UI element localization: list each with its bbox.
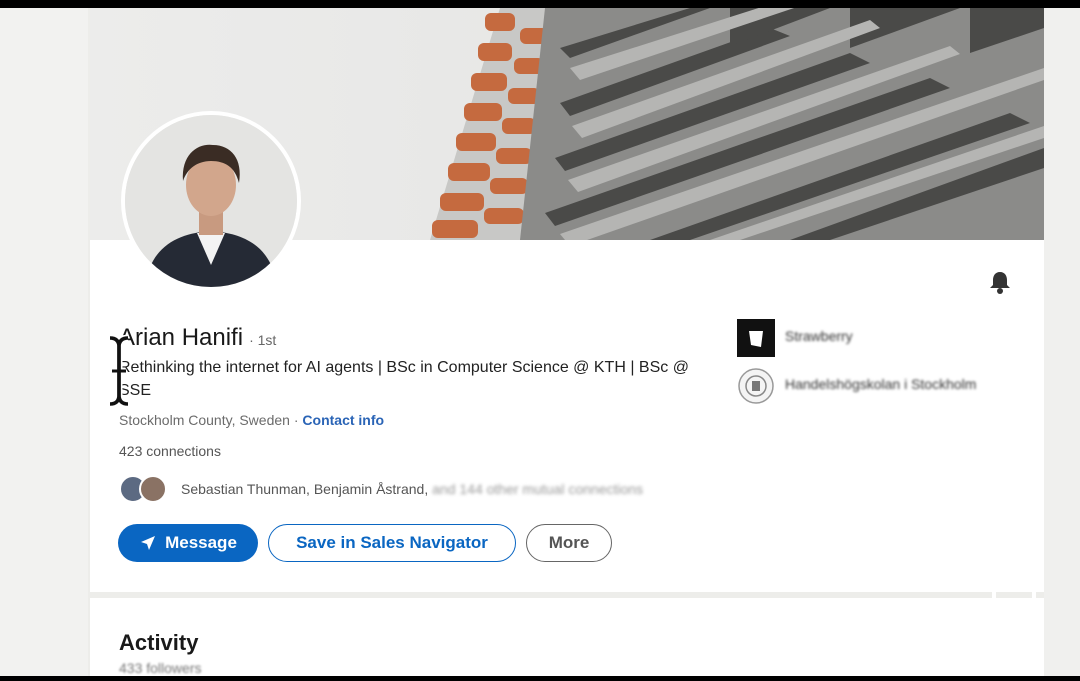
notification-bell-button[interactable]	[985, 267, 1015, 297]
send-icon	[141, 536, 156, 550]
text-cursor-icon	[109, 335, 129, 407]
location-row: Stockholm County, Sweden · Contact info	[119, 412, 384, 428]
bell-icon	[990, 272, 1010, 294]
bottom-frame-bar	[0, 676, 1080, 681]
top-frame-bar	[0, 0, 1080, 8]
fullscreen-button[interactable]	[990, 586, 1038, 634]
school-name: Handelshögskolan i Stockholm	[785, 376, 977, 392]
location-separator: ·	[289, 412, 303, 428]
experience-item-current-company[interactable]: Strawberry	[737, 319, 977, 357]
fullscreen-icon	[992, 588, 1036, 632]
profile-actions: Message Save in Sales Navigator More	[118, 524, 612, 562]
contact-info-link[interactable]: Contact info	[302, 412, 384, 428]
message-label: Message	[165, 533, 237, 552]
company-name: Strawberry	[785, 328, 853, 344]
mutual-connections-row[interactable]: Sebastian Thunman, Benjamin Åstrand, and…	[119, 473, 643, 505]
profile-card: Arian Hanifi · 1st Rethinking the intern…	[90, 8, 1044, 592]
profile-photo	[125, 115, 297, 287]
right-gutter	[1044, 8, 1080, 676]
mutual-rest: and 144 other mutual connections	[428, 481, 644, 497]
mutual-avatars	[119, 473, 173, 505]
followers-count: 433 followers	[119, 660, 202, 676]
message-button[interactable]: Message	[118, 524, 258, 562]
profile-headline: Rethinking the internet for AI agents | …	[119, 359, 689, 399]
profile-location: Stockholm County, Sweden	[119, 412, 290, 428]
connection-degree: · 1st	[249, 332, 277, 348]
profile-name: Arian Hanifi	[119, 324, 244, 351]
name-row: Arian Hanifi · 1st	[119, 324, 276, 352]
mutual-avatar	[139, 475, 167, 503]
experience-summary: Strawberry Handelshögskolan i Stockholm	[737, 319, 977, 415]
activity-title: Activity	[119, 630, 199, 655]
connections-count[interactable]: 423 connections	[119, 443, 221, 459]
left-gutter	[0, 8, 88, 676]
experience-item-education[interactable]: Handelshögskolan i Stockholm	[737, 367, 977, 405]
mutual-connections-text: Sebastian Thunman, Benjamin Åstrand, and…	[181, 481, 643, 497]
more-button[interactable]: More	[526, 524, 612, 562]
strawberry-logo-icon	[737, 319, 775, 357]
mutual-names: Sebastian Thunman, Benjamin Åstrand,	[181, 481, 429, 497]
save-in-sales-navigator-button[interactable]: Save in Sales Navigator	[268, 524, 516, 562]
sse-logo-icon	[738, 368, 774, 404]
profile-avatar[interactable]	[121, 111, 301, 291]
activity-section: Activity 433 followers	[90, 598, 1044, 681]
